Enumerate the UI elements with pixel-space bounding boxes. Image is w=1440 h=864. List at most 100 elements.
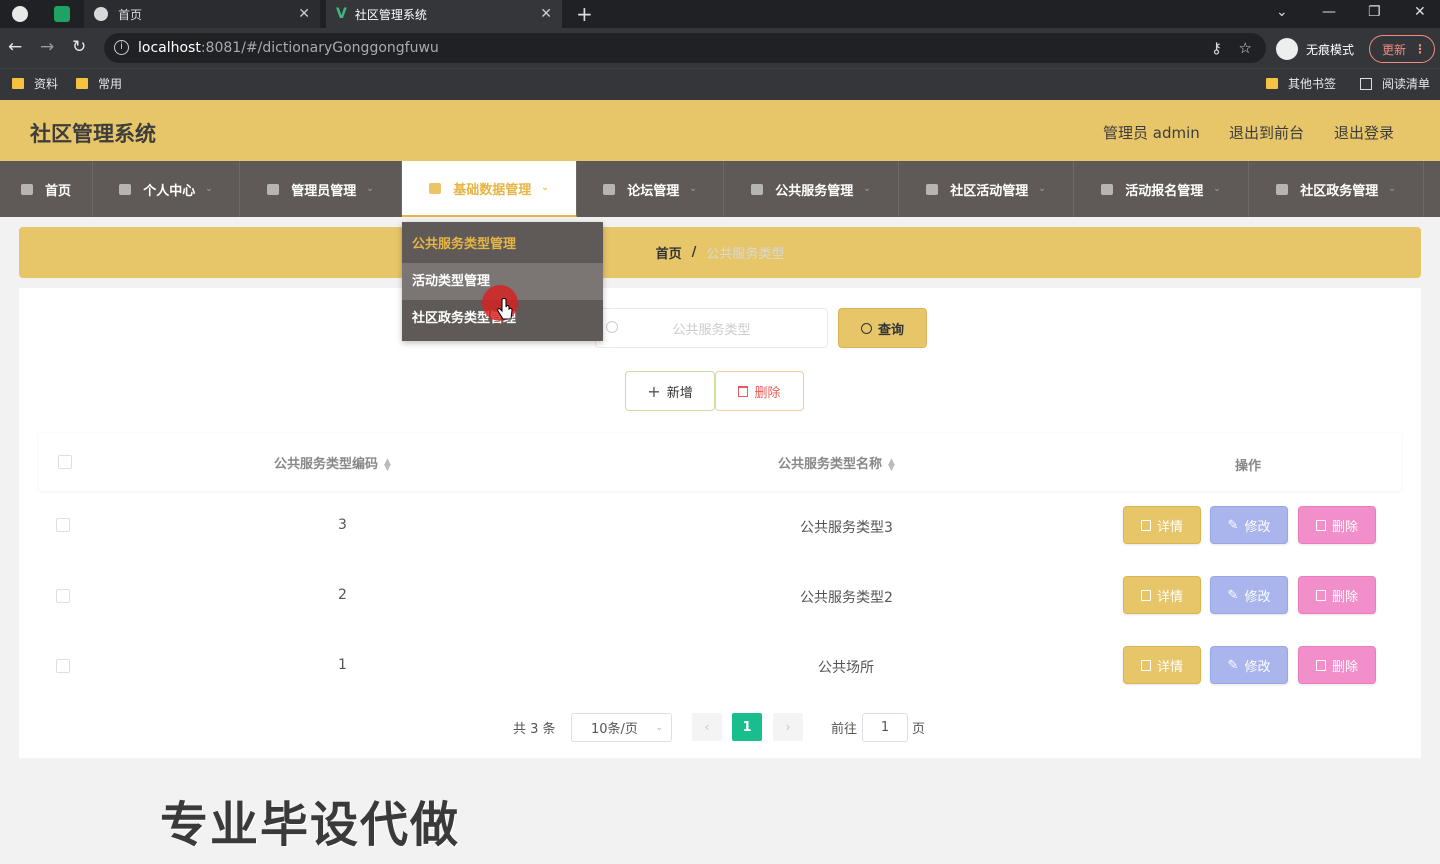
delete-label: 删除 xyxy=(1331,589,1358,605)
back-to-front-link[interactable]: 退出到前台 xyxy=(1229,122,1304,143)
page-number-current[interactable]: 1 xyxy=(732,713,762,741)
menu-item-government[interactable]: 社区政务管理 ⌄ xyxy=(1249,161,1424,217)
url-host: localhost xyxy=(138,40,201,56)
bookmark-item[interactable]: 资料 xyxy=(12,75,58,92)
chevron-down-icon: ⌄ xyxy=(863,184,871,194)
info-icon[interactable]: i xyxy=(114,40,129,55)
bookmarks-bar: 资料 常用 其他书签 阅读清单 xyxy=(0,68,1440,100)
forward-icon[interactable]: → xyxy=(40,37,54,57)
chevron-down-icon: ⌄ xyxy=(1388,184,1396,194)
column-header-name[interactable]: 公共服务类型名称 ▲ ▼ xyxy=(778,453,895,472)
row-checkbox[interactable] xyxy=(56,659,70,673)
browser-tab-bar: 首页 ✕ V 社区管理系统 ✕ + ⌄ — ❐ ✕ xyxy=(0,0,1440,28)
breadcrumb-home[interactable]: 首页 xyxy=(656,243,682,262)
breadcrumb: 首页 / 公共服务类型 xyxy=(19,227,1421,278)
sort-icon[interactable]: ▲ ▼ xyxy=(384,457,391,472)
document-icon xyxy=(1140,519,1151,531)
delete-button[interactable]: 删除 xyxy=(1298,576,1376,614)
restore-icon[interactable]: ❐ xyxy=(1368,4,1381,20)
watermark-text: 专业毕设代做 xyxy=(160,797,461,853)
menu-label: 基础数据管理 xyxy=(453,182,532,198)
incognito-indicator[interactable]: 无痕模式 xyxy=(1276,38,1354,60)
minimize-icon[interactable]: — xyxy=(1322,4,1336,20)
trash-icon xyxy=(1315,659,1326,671)
update-button[interactable]: 更新 ⋮ xyxy=(1369,35,1435,63)
detail-label: 详情 xyxy=(1156,589,1183,605)
edit-button[interactable]: ✎ 修改 xyxy=(1210,576,1288,614)
prev-page-button[interactable]: ‹ xyxy=(692,713,722,741)
detail-button[interactable]: 详情 xyxy=(1123,576,1201,614)
close-icon[interactable]: ✕ xyxy=(298,6,310,22)
detail-button[interactable]: 详情 xyxy=(1123,506,1201,544)
reading-list[interactable]: 阅读清单 xyxy=(1360,75,1430,92)
edit-button[interactable]: ✎ 修改 xyxy=(1210,506,1288,544)
url-field[interactable]: i localhost :8081/#/dictionaryGonggongfu… xyxy=(104,33,1266,63)
detail-label: 详情 xyxy=(1156,519,1183,535)
tab-search-icon[interactable]: ⌄ xyxy=(1276,4,1288,20)
document-icon xyxy=(1140,589,1151,601)
menu-item-registrations[interactable]: 活动报名管理 ⌄ xyxy=(1074,161,1249,217)
breadcrumb-current: 公共服务类型 xyxy=(706,247,785,262)
menu-item-forum[interactable]: 论坛管理 ⌄ xyxy=(577,161,724,217)
close-window-icon[interactable]: ✕ xyxy=(1414,4,1426,20)
delete-button[interactable]: 删除 xyxy=(1298,506,1376,544)
chevron-down-icon: ⌄ xyxy=(1213,184,1221,194)
plus-icon: + xyxy=(647,381,661,401)
table-row: 2 公共服务类型2 详情 ✎ 修改 删除 xyxy=(39,561,1401,631)
dropdown-item-public-service-type[interactable]: 公共服务类型管理 xyxy=(402,226,603,263)
tab-title: 社区管理系统 xyxy=(354,7,427,22)
url-path: :8081/#/dictionaryGonggongfuwu xyxy=(200,40,439,56)
goto-page-input[interactable]: 1 xyxy=(862,713,908,742)
more-icon: ⋮ xyxy=(1414,42,1426,56)
browser-tab-home[interactable]: 首页 ✕ xyxy=(84,0,320,28)
trash-icon xyxy=(1315,589,1326,601)
logout-link[interactable]: 退出登录 xyxy=(1334,122,1394,143)
new-tab-icon[interactable]: + xyxy=(576,2,593,26)
delete-label: 删除 xyxy=(1331,519,1358,535)
batch-delete-button[interactable]: 删除 xyxy=(715,371,804,411)
row-checkbox[interactable] xyxy=(56,518,70,532)
sort-icon[interactable]: ▲ ▼ xyxy=(888,457,895,472)
star-icon[interactable]: ☆ xyxy=(1239,39,1252,57)
browser-tab-app[interactable]: V 社区管理系统 ✕ xyxy=(326,0,562,28)
bookmark-item-other[interactable]: 其他书签 xyxy=(1266,75,1336,92)
hand-cursor-icon xyxy=(497,298,513,320)
trash-icon xyxy=(1315,519,1326,531)
menu-item-profile[interactable]: 个人中心 ⌄ xyxy=(93,161,240,217)
close-icon[interactable]: ✕ xyxy=(540,6,552,22)
back-icon[interactable]: ← xyxy=(8,37,22,57)
column-header-code[interactable]: 公共服务类型编码 ▲ ▼ xyxy=(274,453,391,472)
app-title: 社区管理系统 xyxy=(30,122,156,146)
menu-label: 社区活动管理 xyxy=(950,183,1029,199)
detail-button[interactable]: 详情 xyxy=(1123,646,1201,684)
delete-label: 删除 xyxy=(1331,659,1358,675)
key-icon[interactable]: ⚷ xyxy=(1211,39,1222,57)
cell-code: 2 xyxy=(338,587,347,603)
next-page-button[interactable]: › xyxy=(773,713,803,741)
column-header-actions: 操作 xyxy=(1235,459,1262,474)
query-button[interactable]: 查询 xyxy=(838,308,927,348)
menu-item-admins[interactable]: 管理员管理 ⌄ xyxy=(240,161,402,217)
reload-icon[interactable]: ↻ xyxy=(72,37,86,57)
search-icon xyxy=(860,322,872,334)
search-input[interactable]: 公共服务类型 xyxy=(595,308,828,348)
bookmark-item[interactable]: 常用 xyxy=(76,75,122,92)
bookmark-label: 阅读清单 xyxy=(1382,77,1431,91)
add-button[interactable]: + 新增 xyxy=(625,371,715,411)
select-all-checkbox[interactable] xyxy=(58,455,72,469)
table-row: 3 公共服务类型3 详情 ✎ 修改 删除 xyxy=(39,491,1401,561)
row-checkbox[interactable] xyxy=(56,589,70,603)
page-size-select[interactable]: 10条/页 ⌄ xyxy=(571,713,672,742)
menu-item-activities[interactable]: 社区活动管理 ⌄ xyxy=(899,161,1074,217)
menu-item-home[interactable]: 首页 xyxy=(0,161,93,217)
menu-item-basic-data[interactable]: 基础数据管理 ⌄ xyxy=(402,161,577,217)
document-icon xyxy=(751,183,764,195)
edit-button[interactable]: ✎ 修改 xyxy=(1210,646,1288,684)
vue-logo-icon: V xyxy=(336,6,347,22)
delete-button[interactable]: 删除 xyxy=(1298,646,1376,684)
address-bar-row: ← → ↻ i localhost :8081/#/dictionaryGong… xyxy=(0,28,1440,68)
sheet-app-icon[interactable] xyxy=(54,6,70,22)
cell-code: 3 xyxy=(338,517,347,533)
menu-item-public-service[interactable]: 公共服务管理 ⌄ xyxy=(724,161,899,217)
menu-label: 公共服务管理 xyxy=(775,183,854,199)
